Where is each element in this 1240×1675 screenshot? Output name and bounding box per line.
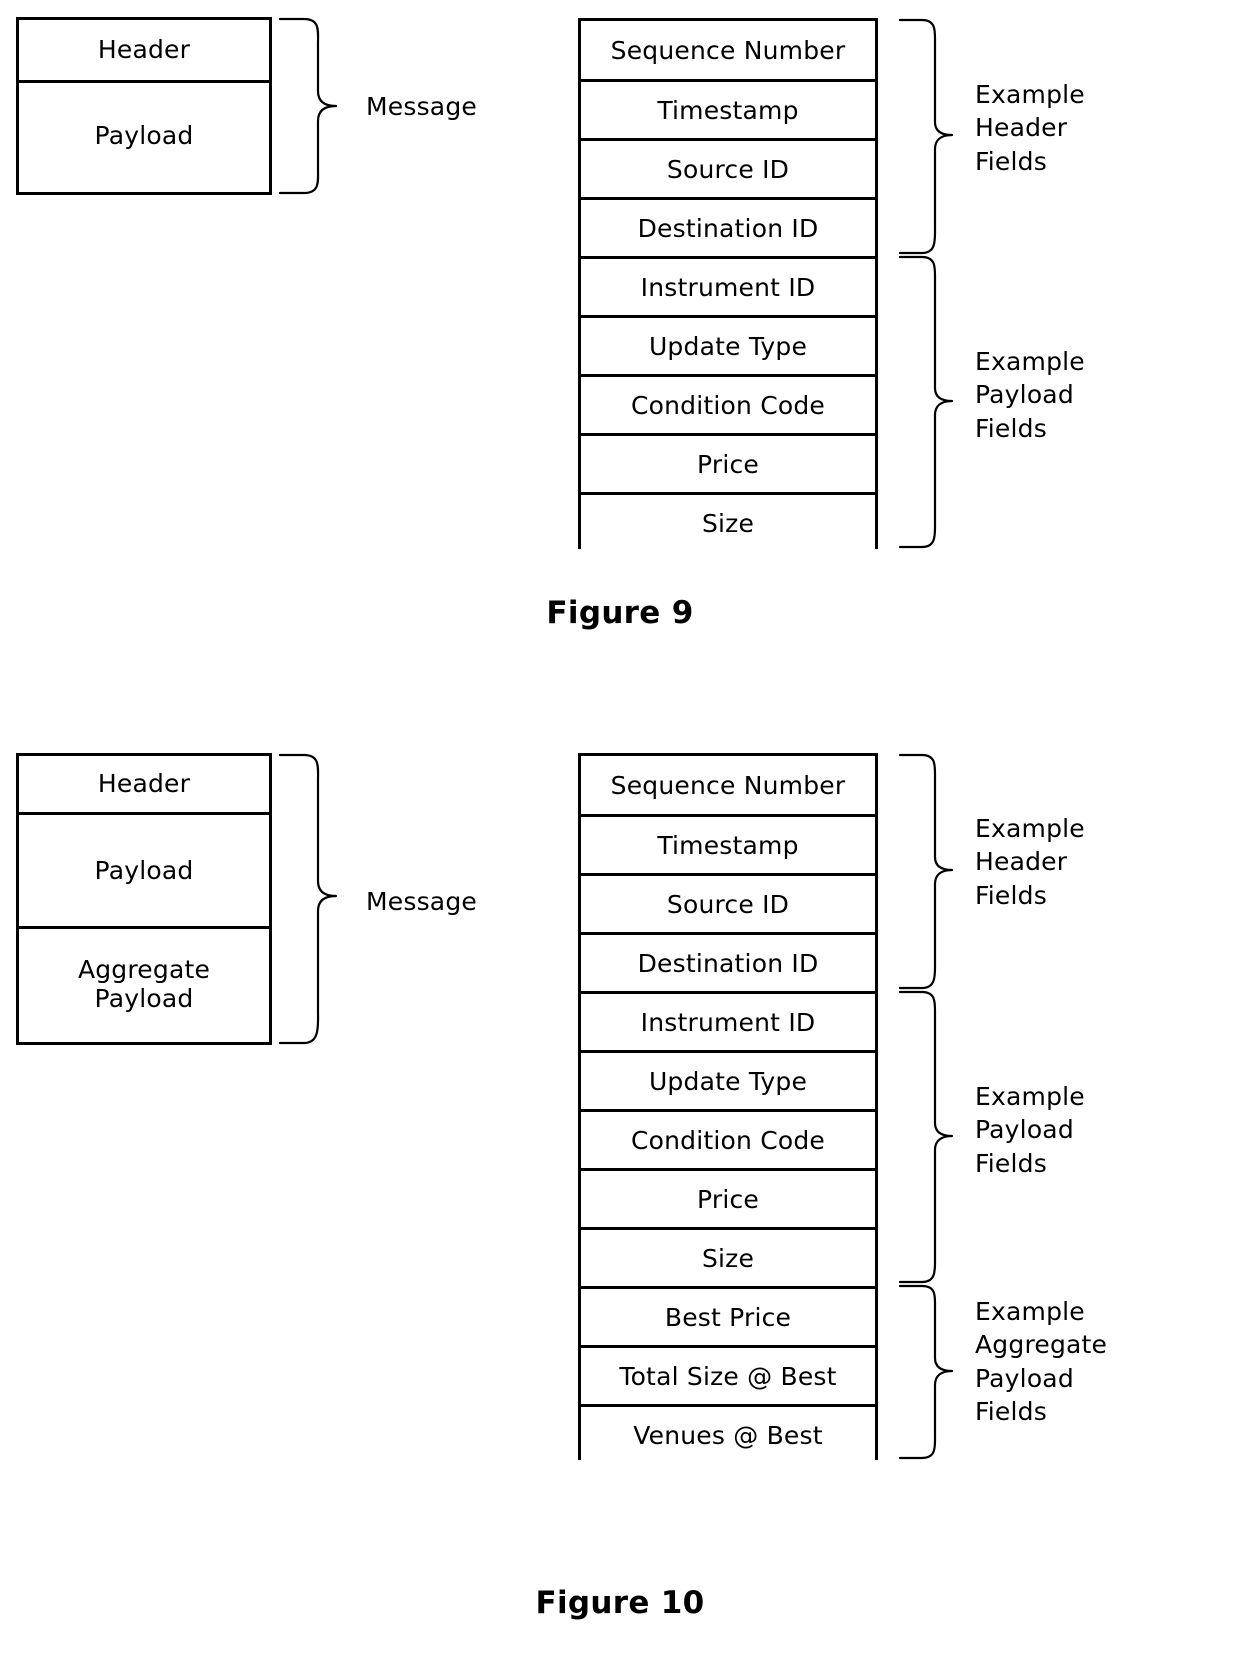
fig10-stack-row-payload: Payload <box>19 812 269 926</box>
fig10-header-fields-label: Example Header Fields <box>975 814 1085 910</box>
fig10-header-fields-brace <box>898 753 954 990</box>
fig10-field-row-5: Update Type <box>581 1050 875 1109</box>
fig10-message-stack: Header Payload Aggregate Payload <box>16 753 272 1045</box>
fig10-field-table: Sequence Number Timestamp Source ID Dest… <box>578 753 878 1463</box>
fig10-field-row-7: Price <box>581 1168 875 1227</box>
fig10-field-label-8: Size <box>701 1243 755 1273</box>
fig10-field-row-2: Source ID <box>581 873 875 932</box>
fig10-field-row-3: Destination ID <box>581 932 875 991</box>
fig10-field-label-6: Condition Code <box>630 1125 826 1155</box>
fig10-stack-row-header: Header <box>19 756 269 812</box>
fig10-field-row-0: Sequence Number <box>581 756 875 814</box>
fig10-field-row-10: Total Size @ Best <box>581 1345 875 1404</box>
fig10-field-label-1: Timestamp <box>657 830 799 860</box>
fig10-message-brace-label: Message <box>366 887 477 916</box>
fig10-field-row-6: Condition Code <box>581 1109 875 1168</box>
fig10-field-label-9: Best Price <box>664 1302 792 1332</box>
fig10-field-row-8: Size <box>581 1227 875 1286</box>
fig10-field-label-3: Destination ID <box>637 948 819 978</box>
fig10-field-row-1: Timestamp <box>581 814 875 873</box>
fig10-aggregate-payload-fields-label: Example Aggregate Payload Fields <box>975 1297 1108 1426</box>
fig10-stack-row-aggregate-payload: Aggregate Payload <box>19 926 269 1039</box>
fig10-field-row-4: Instrument ID <box>581 991 875 1050</box>
fig10-field-row-9: Best Price <box>581 1286 875 1345</box>
fig10-stack-label-header: Header <box>97 769 191 799</box>
fig10-stack-label-aggregate-payload: Aggregate Payload <box>77 954 211 1014</box>
fig10-field-label-2: Source ID <box>666 889 790 919</box>
fig10-field-label-5: Update Type <box>648 1066 808 1096</box>
fig10-field-label-7: Price <box>697 1184 759 1214</box>
fig10-field-label-11: Venues @ Best <box>633 1420 823 1450</box>
fig10-payload-fields-label: Example Payload Fields <box>975 1082 1085 1178</box>
fig10-field-row-11: Venues @ Best <box>581 1404 875 1463</box>
fig10-field-label-0: Sequence Number <box>610 770 846 800</box>
fig10-field-label-10: Total Size @ Best <box>619 1361 837 1391</box>
fig10-field-label-4: Instrument ID <box>640 1007 816 1037</box>
fig10-caption: Figure 10 <box>535 1585 705 1621</box>
fig10-payload-fields-brace <box>898 990 954 1284</box>
fig10-aggregate-payload-fields-brace <box>898 1284 954 1460</box>
fig10-stack-label-payload: Payload <box>94 855 194 885</box>
figure-10: Header Payload Aggregate Payload Message… <box>0 0 1240 1675</box>
fig10-message-brace <box>278 753 338 1045</box>
